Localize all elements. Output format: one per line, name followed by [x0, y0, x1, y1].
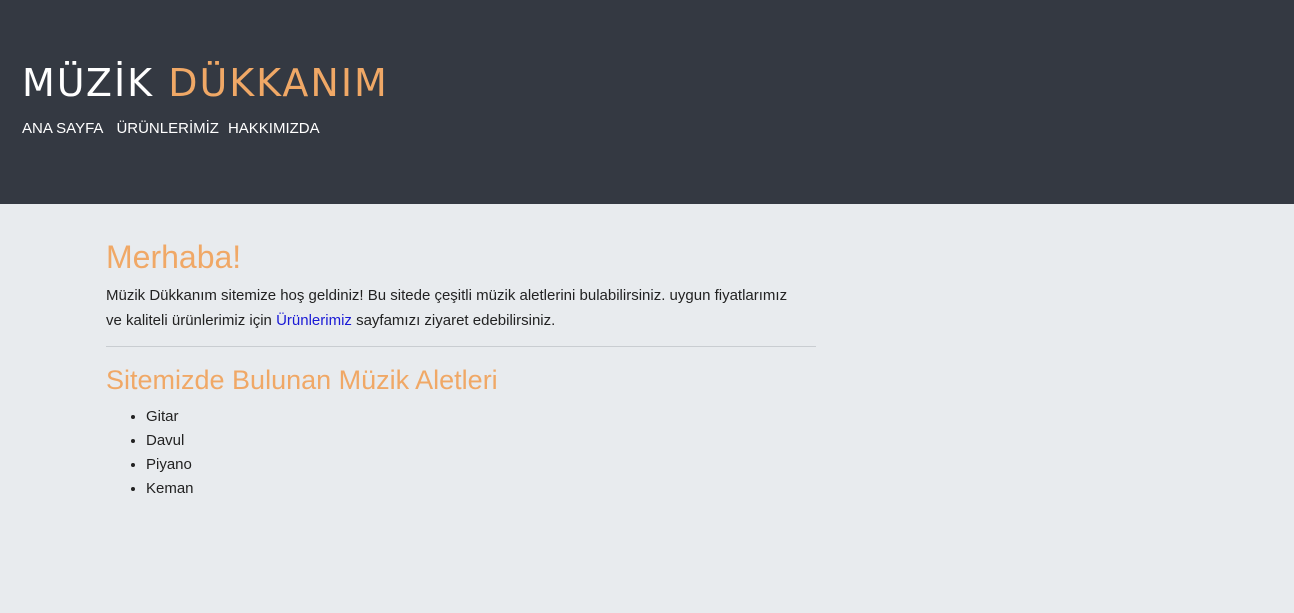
nav-link-home[interactable]: ANA SAYFA — [22, 120, 103, 137]
instruments-heading: Sitemizde Bulunan Müzik Aletleri — [106, 365, 498, 395]
nav-link-products[interactable]: ÜRÜNLERİMİZ — [116, 120, 219, 137]
list-item: Davul — [146, 429, 194, 453]
site-header: MÜZİK DÜKKANIM ANA SAYFA ÜRÜNLERİMİZ HAKKI… — [0, 0, 1294, 204]
page-heading: Merhaba! — [106, 239, 242, 275]
instruments-list: Gitar Davul Piyano Keman — [106, 405, 194, 501]
intro-paragraph: Müzik Dükkanım sitemize hoş geldiniz! Bu… — [106, 283, 806, 333]
products-link[interactable]: Ürünlerimiz — [276, 312, 352, 329]
nav-link-about[interactable]: HAKKIMIZDA — [228, 120, 320, 137]
list-item: Gitar — [146, 405, 194, 429]
list-item: Piyano — [146, 453, 194, 477]
logo-text-white: MÜZİK — [22, 61, 155, 105]
list-item: Keman — [146, 477, 194, 501]
section-divider — [106, 346, 816, 347]
main-nav: ANA SAYFA ÜRÜNLERİMİZ HAKKIMIZDA — [22, 119, 329, 139]
site-logo[interactable]: MÜZİK DÜKKANIM — [22, 60, 389, 106]
intro-text-after: sayfamızı ziyaret edebilirsiniz. — [351, 312, 556, 329]
logo-text-orange: DÜKKANIM — [168, 61, 389, 105]
